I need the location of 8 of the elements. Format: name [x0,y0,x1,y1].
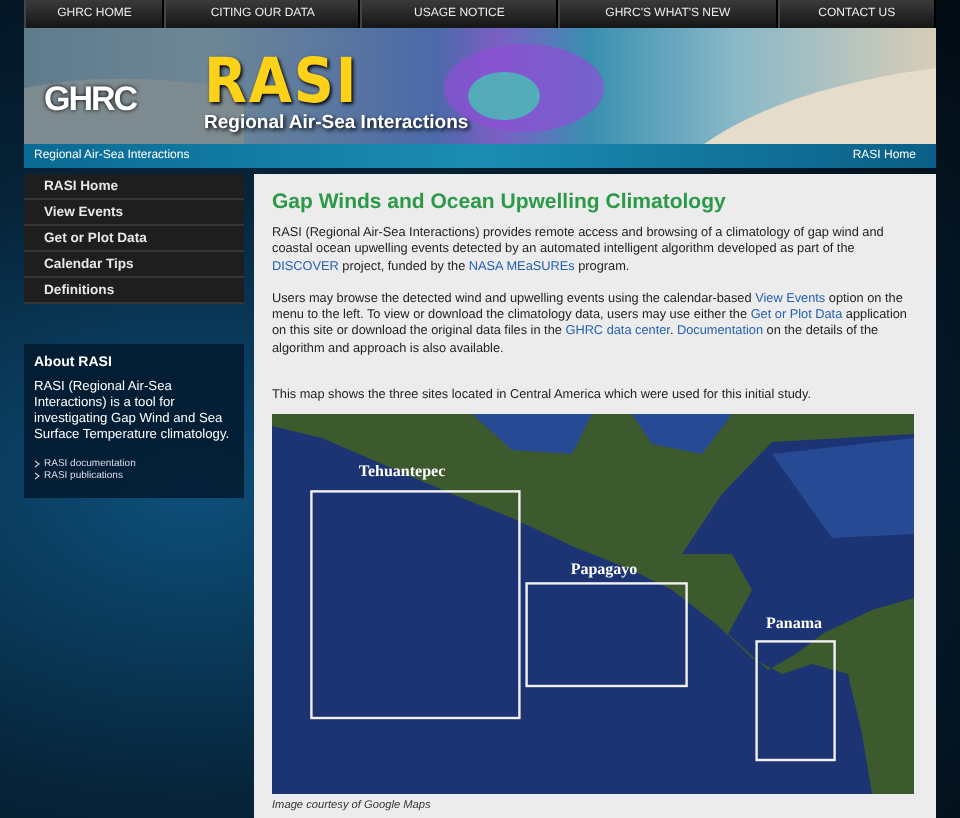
site-box [755,640,836,762]
logo-text: GHRC [44,80,137,120]
map-label: Papagayo [570,560,638,579]
site-subtitle: Regional Air-Sea Interactions [204,111,469,133]
map-label: Panama [766,614,822,633]
site-title: RASI [204,51,361,111]
page-title: Gap Winds and Ocean Upwelling Climatology [272,190,728,214]
map-label: Tehuantepec [358,462,446,481]
